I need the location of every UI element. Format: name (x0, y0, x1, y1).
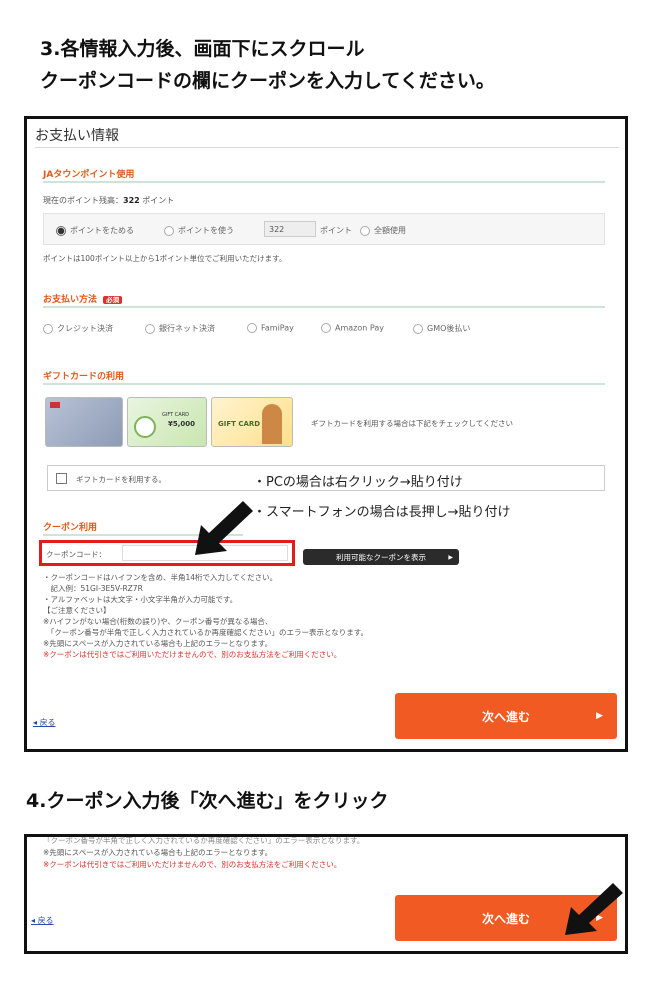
show-coupons-button[interactable]: 利用可能なクーポンを表示 ▶ (303, 549, 459, 565)
coupon-note-line: ・アルファベットは大文字・小文字半角が入力可能です。 (43, 595, 238, 604)
zoom-back-link-label: 戻る (37, 916, 54, 925)
point-amount-input[interactable]: 322 (264, 221, 316, 237)
pay-option-label: Amazon Pay (335, 323, 384, 333)
back-link-label: 戻る (39, 718, 56, 727)
next-button-label: 次へ進む (481, 709, 530, 724)
card-text: GIFT CARD (218, 420, 261, 428)
coupon-note-line: ※先頭にスペースが入力されている場合も上記のエラーとなります。 (43, 639, 273, 648)
card-text: GIFT CARD (162, 412, 190, 418)
point-save-option[interactable]: ポイントをためる (56, 225, 134, 236)
payment-method-divider (43, 306, 605, 308)
payment-method-title: お支払い方法 (43, 295, 98, 305)
tip-pc: ・PCの場合は右クリック→貼り付け (253, 475, 463, 490)
radio-icon[interactable] (413, 323, 423, 334)
gift-card-image: GIFT CARD (211, 397, 293, 447)
card-amount: ¥5,000 (168, 420, 196, 428)
point-save-label: ポイントをためる (70, 226, 134, 235)
required-badge: 必須 (103, 296, 123, 304)
zoom-warning: ※クーポンは代引きではご利用いただけませんので、別のお支払方法をご利用ください。 (43, 860, 342, 869)
gift-checkbox[interactable] (56, 473, 67, 484)
pay-option-gmo[interactable]: GMO後払い (413, 323, 470, 334)
next-button[interactable]: 次へ進む ▶ (395, 693, 617, 739)
coupon-note-line: 【ご注意ください】 (43, 606, 111, 615)
next-button-screenshot: 「クーポン番号が半角で正しく入力されているか再度確認ください」のエラー表示となり… (24, 834, 628, 954)
gift-divider (43, 383, 605, 385)
chevron-right-icon: ▶ (448, 553, 453, 561)
chevron-right-icon: ▶ (596, 711, 603, 721)
page-title: お支払い情報 (35, 128, 119, 144)
pointer-arrow-icon (565, 883, 623, 935)
radio-icon[interactable] (164, 225, 174, 236)
payment-method-section-title: お支払い方法 必須 (43, 292, 123, 305)
point-note: ポイントは100ポイント以上から1ポイント単位でご利用いただけます。 (43, 254, 287, 263)
point-balance-value: 322 (123, 196, 140, 205)
gift-section-title: ギフトカードの利用 (43, 372, 125, 382)
pay-option-label: 銀行ネット決済 (159, 324, 215, 333)
pay-option-famipay[interactable]: FamiPay (247, 323, 294, 333)
person-icon (262, 404, 282, 444)
pointer-arrow-icon (195, 501, 253, 555)
point-unit: ポイント (320, 226, 352, 235)
coupon-note-line: ※ハイフンがない場合(桁数の誤り)や、クーポン番号が異なる場合、 (43, 617, 273, 626)
radio-icon[interactable] (247, 323, 257, 333)
card-logo (50, 402, 60, 408)
pay-option-credit[interactable]: クレジット決済 (43, 323, 113, 334)
coupon-note-line: ・クーポンコードはハイフンを含め、半角14桁で入力してください。 (43, 573, 278, 582)
step3-subheading: クーポンコードの欄にクーポンを入力してください。 (40, 70, 495, 92)
zoom-note-line: ※先頭にスペースが入力されている場合も上記のエラーとなります。 (43, 848, 273, 857)
coupon-note-line: 「クーポン番号が半角で正しく入力されているか再度確認ください」のエラー表示となり… (43, 628, 369, 637)
coupon-section-title: クーポン利用 (43, 523, 98, 533)
zoom-note-line: 「クーポン番号が半角で正しく入力されているか再度確認ください」のエラー表示となり… (43, 836, 365, 845)
point-balance-unit: ポイント (142, 196, 175, 205)
radio-icon[interactable] (321, 323, 331, 333)
mascot-icon (134, 416, 156, 438)
coupon-code-label: クーポンコード： (46, 550, 106, 559)
point-all-option[interactable]: 全額使用 (360, 225, 406, 236)
back-link[interactable]: ◂ 戻る (33, 717, 56, 728)
point-options-box: ポイントをためる ポイントを使う 322 ポイント 全額使用 (43, 213, 605, 245)
point-use-label: ポイントを使う (178, 226, 234, 235)
point-balance-label: 現在のポイント残高： (43, 196, 123, 205)
payment-screenshot: お支払い情報 JAタウンポイント使用 現在のポイント残高：322 ポイント ポイ… (24, 116, 628, 752)
pay-option-label: FamiPay (261, 323, 294, 333)
radio-selected-icon[interactable] (56, 225, 66, 236)
show-coupons-label: 利用可能なクーポンを表示 (336, 552, 426, 562)
coupon-note-line: 記入例：51GI-3E5V-RZ7R (43, 584, 143, 593)
pay-option-label: クレジット決済 (57, 324, 113, 333)
gift-notice: ギフトカードを利用する場合は下記をチェックしてください (311, 419, 514, 428)
ja-point-divider (43, 181, 605, 183)
gift-checkbox-label: ギフトカードを利用する。 (76, 475, 166, 484)
gift-card-image: GIFT CARD ¥5,000 (127, 397, 207, 447)
radio-icon[interactable] (145, 323, 155, 334)
tip-smartphone: ・スマートフォンの場合は長押し→貼り付け (253, 505, 511, 520)
zoom-next-button-label: 次へ進む (481, 911, 530, 926)
ja-point-section-title: JAタウンポイント使用 (43, 170, 135, 180)
zoom-back-link[interactable]: ◂ 戻る (31, 915, 54, 926)
coupon-notes: ・クーポンコードはハイフンを含め、半角14桁で入力してください。 記入例：51G… (43, 572, 368, 660)
coupon-warning: ※クーポンは代引きではご利用いただけませんので、別のお支払方法をご利用ください。 (43, 650, 342, 659)
point-all-label: 全額使用 (374, 226, 406, 235)
title-divider (35, 147, 619, 148)
pay-option-label: GMO後払い (427, 324, 471, 333)
radio-icon[interactable] (43, 323, 53, 334)
point-use-option[interactable]: ポイントを使う (164, 225, 234, 236)
step4-heading: 4.クーポン入力後「次へ進む」をクリック (26, 790, 389, 812)
step3-heading: 3.各情報入力後、画面下にスクロール (40, 38, 365, 60)
gift-card-image (45, 397, 123, 447)
radio-icon[interactable] (360, 225, 370, 236)
pay-option-bank[interactable]: 銀行ネット決済 (145, 323, 215, 334)
pay-option-amazonpay[interactable]: Amazon Pay (321, 323, 384, 333)
point-balance: 現在のポイント残高：322 ポイント (43, 195, 174, 206)
